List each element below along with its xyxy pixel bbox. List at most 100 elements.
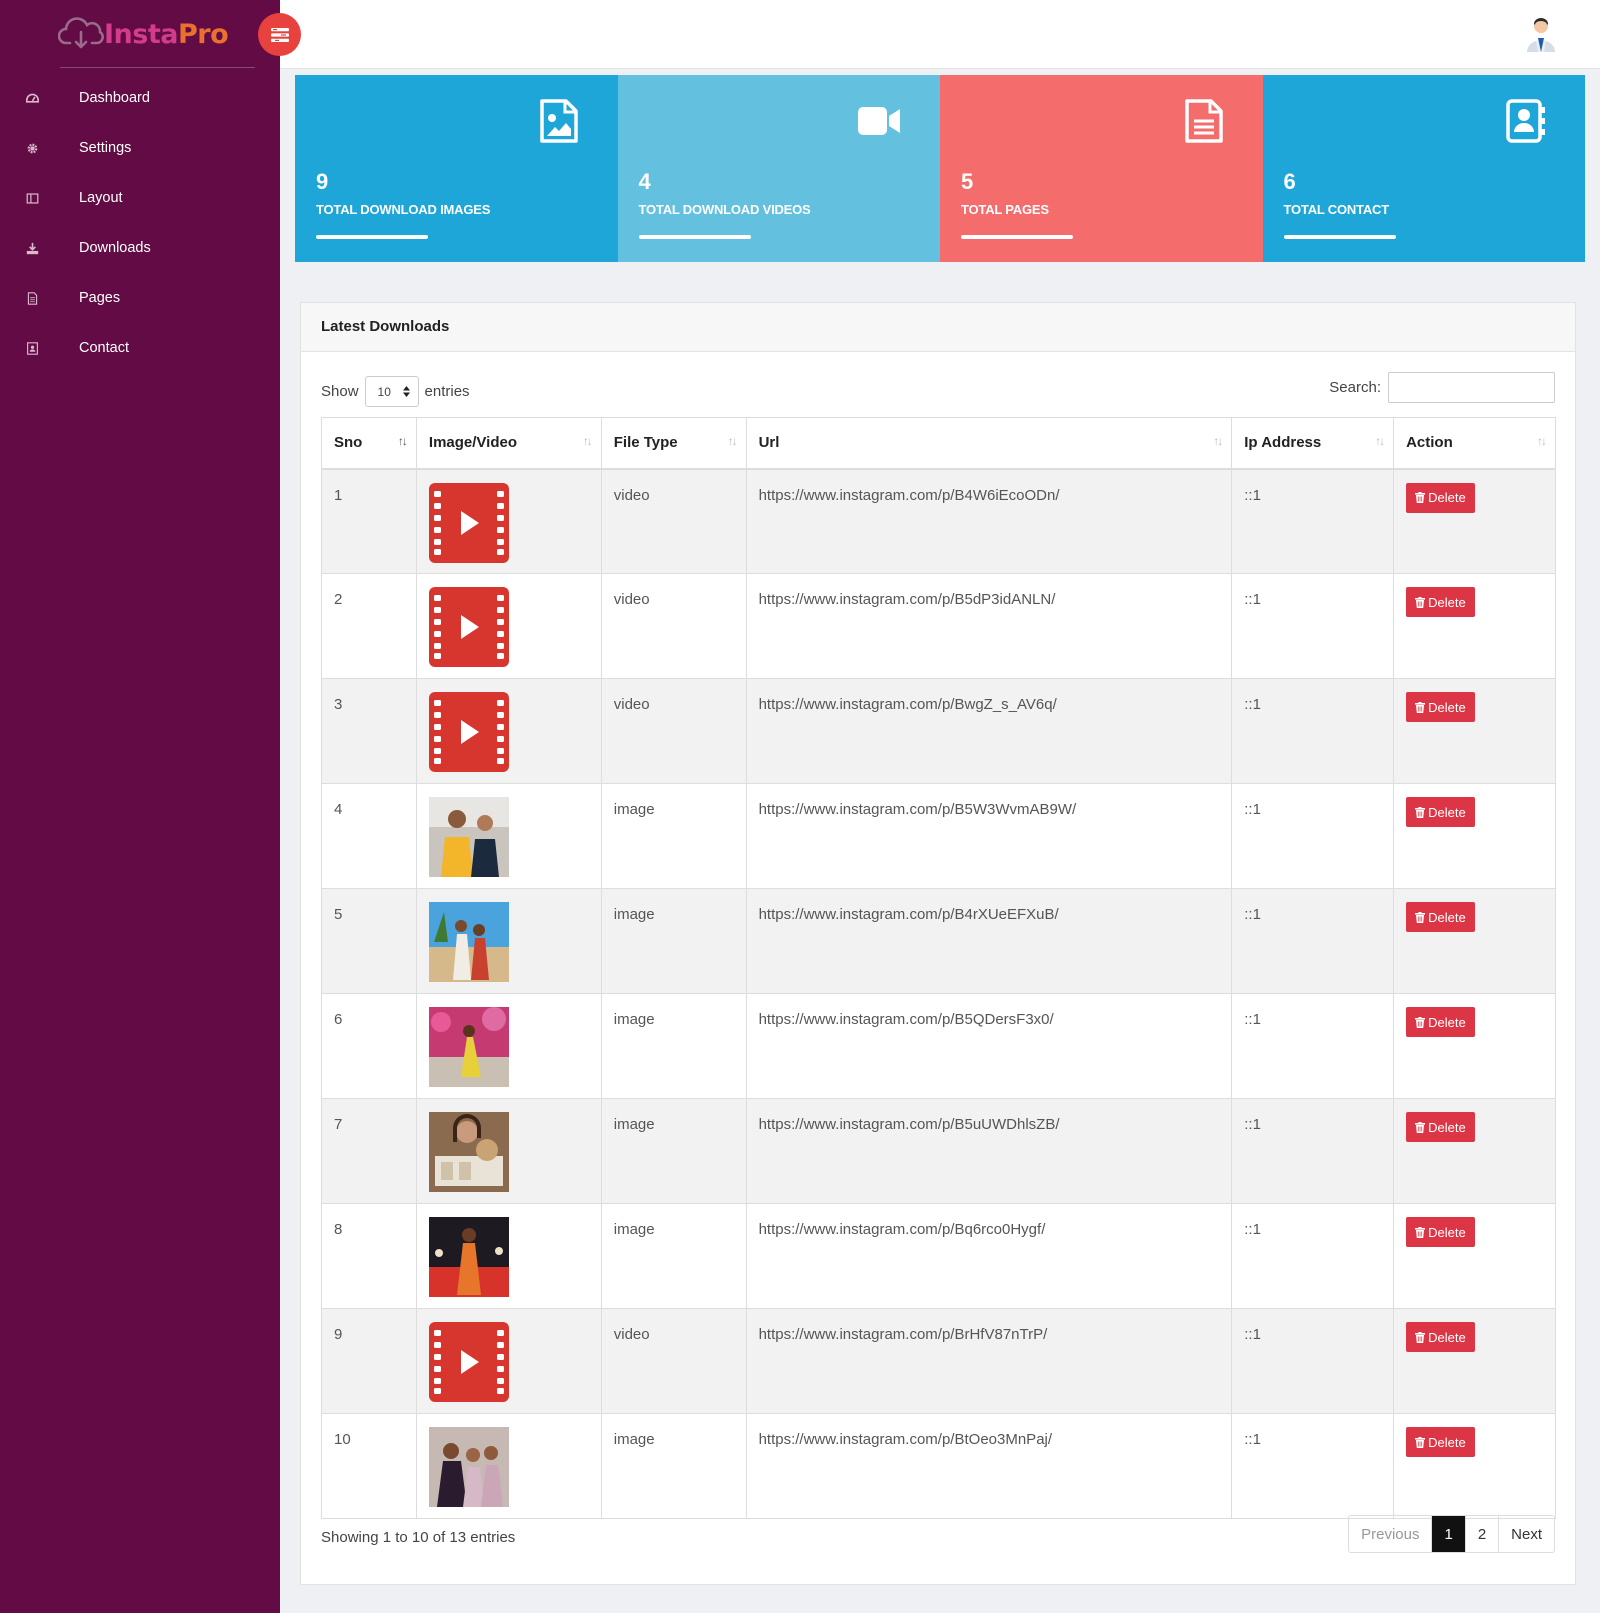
page-length-value: 10 (377, 384, 391, 399)
stat-label: TOTAL PAGES (961, 202, 1049, 217)
cell-thumbnail (415, 1203, 602, 1309)
delete-button[interactable]: Delete (1406, 1112, 1475, 1142)
brand-logo[interactable]: InstaPro (58, 14, 229, 54)
delete-button[interactable]: Delete (1406, 1217, 1475, 1247)
stat-label: TOTAL DOWNLOAD IMAGES (316, 202, 491, 217)
cell-thumbnail (415, 888, 602, 994)
cell-sno: 2 (321, 573, 417, 679)
image-thumbnail[interactable] (428, 1427, 509, 1511)
trash-icon (1415, 596, 1426, 608)
sort-icon: ↑↓ (1537, 434, 1547, 448)
document-icon (1184, 99, 1223, 143)
search-control: Search: (1329, 372, 1555, 403)
stat-progress-bar (638, 235, 751, 239)
video-camera-icon (858, 107, 900, 135)
cell-file-type: image (600, 783, 747, 889)
delete-label: Delete (1428, 804, 1466, 820)
video-thumbnail-icon[interactable] (428, 482, 509, 567)
cell-url: https://www.instagram.com/p/BtOeo3MnPaj/ (745, 1413, 1233, 1519)
show-label: Show (321, 383, 359, 400)
delete-button[interactable]: Delete (1406, 1427, 1475, 1457)
image-thumbnail[interactable] (428, 797, 509, 881)
column-header-ip-address[interactable]: Ip Address ↑↓ (1231, 417, 1395, 470)
cloud-download-icon (58, 17, 104, 49)
delete-label: Delete (1428, 1014, 1466, 1030)
sidebar-item-label: Layout (79, 190, 123, 206)
cell-ip-address: ::1 (1231, 1308, 1395, 1414)
image-thumbnail[interactable] (428, 1007, 509, 1091)
sidebar-item-dashboard[interactable]: Dashboard (0, 73, 280, 123)
cell-url: https://www.instagram.com/p/B5uUWDhlsZB/ (745, 1098, 1233, 1204)
trash-icon (1415, 701, 1426, 713)
page-button-1[interactable]: 1 (1432, 1516, 1466, 1552)
sidebar-item-downloads[interactable]: Downloads (0, 223, 280, 273)
trash-icon (1415, 1436, 1426, 1448)
column-header-sno[interactable]: Sno ↑↓ (321, 417, 417, 470)
stat-card-videos[interactable]: 4 TOTAL DOWNLOAD VIDEOS (617, 75, 940, 262)
cell-sno: 4 (321, 783, 417, 889)
search-input[interactable] (1388, 372, 1555, 403)
page-length-select[interactable]: 10 (364, 376, 419, 407)
cell-ip-address: ::1 (1231, 1098, 1395, 1204)
stat-value: 5 (961, 169, 974, 194)
sidebar-item-settings[interactable]: Settings (0, 123, 280, 173)
sidebar-item-contact[interactable]: Contact (0, 323, 280, 373)
video-thumbnail-icon[interactable] (428, 587, 509, 671)
cell-file-type: image (600, 1098, 747, 1204)
image-thumbnail[interactable] (428, 1112, 509, 1196)
image-thumbnail[interactable] (428, 1217, 509, 1301)
contact-icon (24, 340, 40, 356)
sidebar-toggle-button[interactable] (258, 13, 301, 56)
download-icon (24, 240, 40, 256)
video-thumbnail-icon[interactable] (428, 692, 509, 776)
user-avatar[interactable] (1524, 16, 1558, 52)
delete-label: Delete (1428, 699, 1466, 715)
page-button-2[interactable]: 2 (1466, 1516, 1500, 1552)
column-label: Image/Video (428, 434, 517, 452)
sidebar-item-pages[interactable]: Pages (0, 273, 280, 323)
cell-action: Delete (1393, 1308, 1556, 1414)
cell-thumbnail (415, 1413, 602, 1519)
delete-label: Delete (1428, 1119, 1466, 1135)
cell-file-type: video (600, 678, 747, 784)
table-row: 10 image https://www.instagram.com/p/BtOeo… (321, 1413, 1556, 1519)
sidebar-nav: Dashboard Settings Layout Downloads Page… (0, 73, 280, 373)
previous-page-button[interactable]: Previous (1349, 1516, 1433, 1552)
delete-button[interactable]: Delete (1406, 902, 1475, 932)
cell-url: https://www.instagram.com/p/BrHfV87nTrP/ (745, 1308, 1233, 1414)
delete-label: Delete (1428, 1224, 1466, 1240)
delete-button[interactable]: Delete (1406, 1322, 1475, 1352)
page-length-control: Show 10 entries (321, 376, 470, 407)
sidebar-item-layout[interactable]: Layout (0, 173, 280, 223)
cell-sno: 10 (321, 1413, 417, 1519)
delete-button[interactable]: Delete (1406, 692, 1475, 722)
logo-divider (60, 67, 255, 68)
cell-url: https://www.instagram.com/p/B5dP3idANLN/ (745, 573, 1233, 679)
panel-title: Latest Downloads (301, 303, 1575, 352)
cell-url: https://www.instagram.com/p/B4rXUeEFXuB/ (745, 888, 1233, 994)
stat-card-contact[interactable]: 6 TOTAL CONTACT (1262, 75, 1585, 262)
delete-button[interactable]: Delete (1406, 1007, 1475, 1037)
video-thumbnail-icon[interactable] (428, 1322, 509, 1406)
column-header-action[interactable]: Action ↑↓ (1393, 417, 1556, 470)
cell-action: Delete (1393, 1203, 1556, 1309)
column-header-file-type[interactable]: File Type ↑↓ (600, 417, 747, 470)
delete-button[interactable]: Delete (1406, 797, 1475, 827)
delete-button[interactable]: Delete (1406, 482, 1475, 513)
cell-thumbnail (415, 993, 602, 1099)
image-thumbnail[interactable] (428, 902, 509, 986)
column-header-image-video[interactable]: Image/Video ↑↓ (415, 417, 602, 470)
stat-card-pages[interactable]: 5 TOTAL PAGES (940, 75, 1263, 262)
sort-icon: ↑↓ (397, 434, 408, 448)
trash-icon (1415, 1121, 1426, 1133)
next-page-button[interactable]: Next (1499, 1516, 1554, 1552)
cell-url: https://www.instagram.com/p/B4W6iEcoODn/ (745, 468, 1233, 574)
column-header-url[interactable]: Url ↑↓ (745, 417, 1233, 470)
trash-icon (1415, 1331, 1426, 1343)
stat-progress-bar (1283, 235, 1396, 239)
cell-url: https://www.instagram.com/p/B5W3WvmAB9W/ (745, 783, 1233, 889)
stat-card-images[interactable]: 9 TOTAL DOWNLOAD IMAGES (295, 75, 618, 262)
address-book-icon (1506, 99, 1545, 143)
delete-label: Delete (1428, 1434, 1466, 1450)
delete-button[interactable]: Delete (1406, 587, 1475, 617)
